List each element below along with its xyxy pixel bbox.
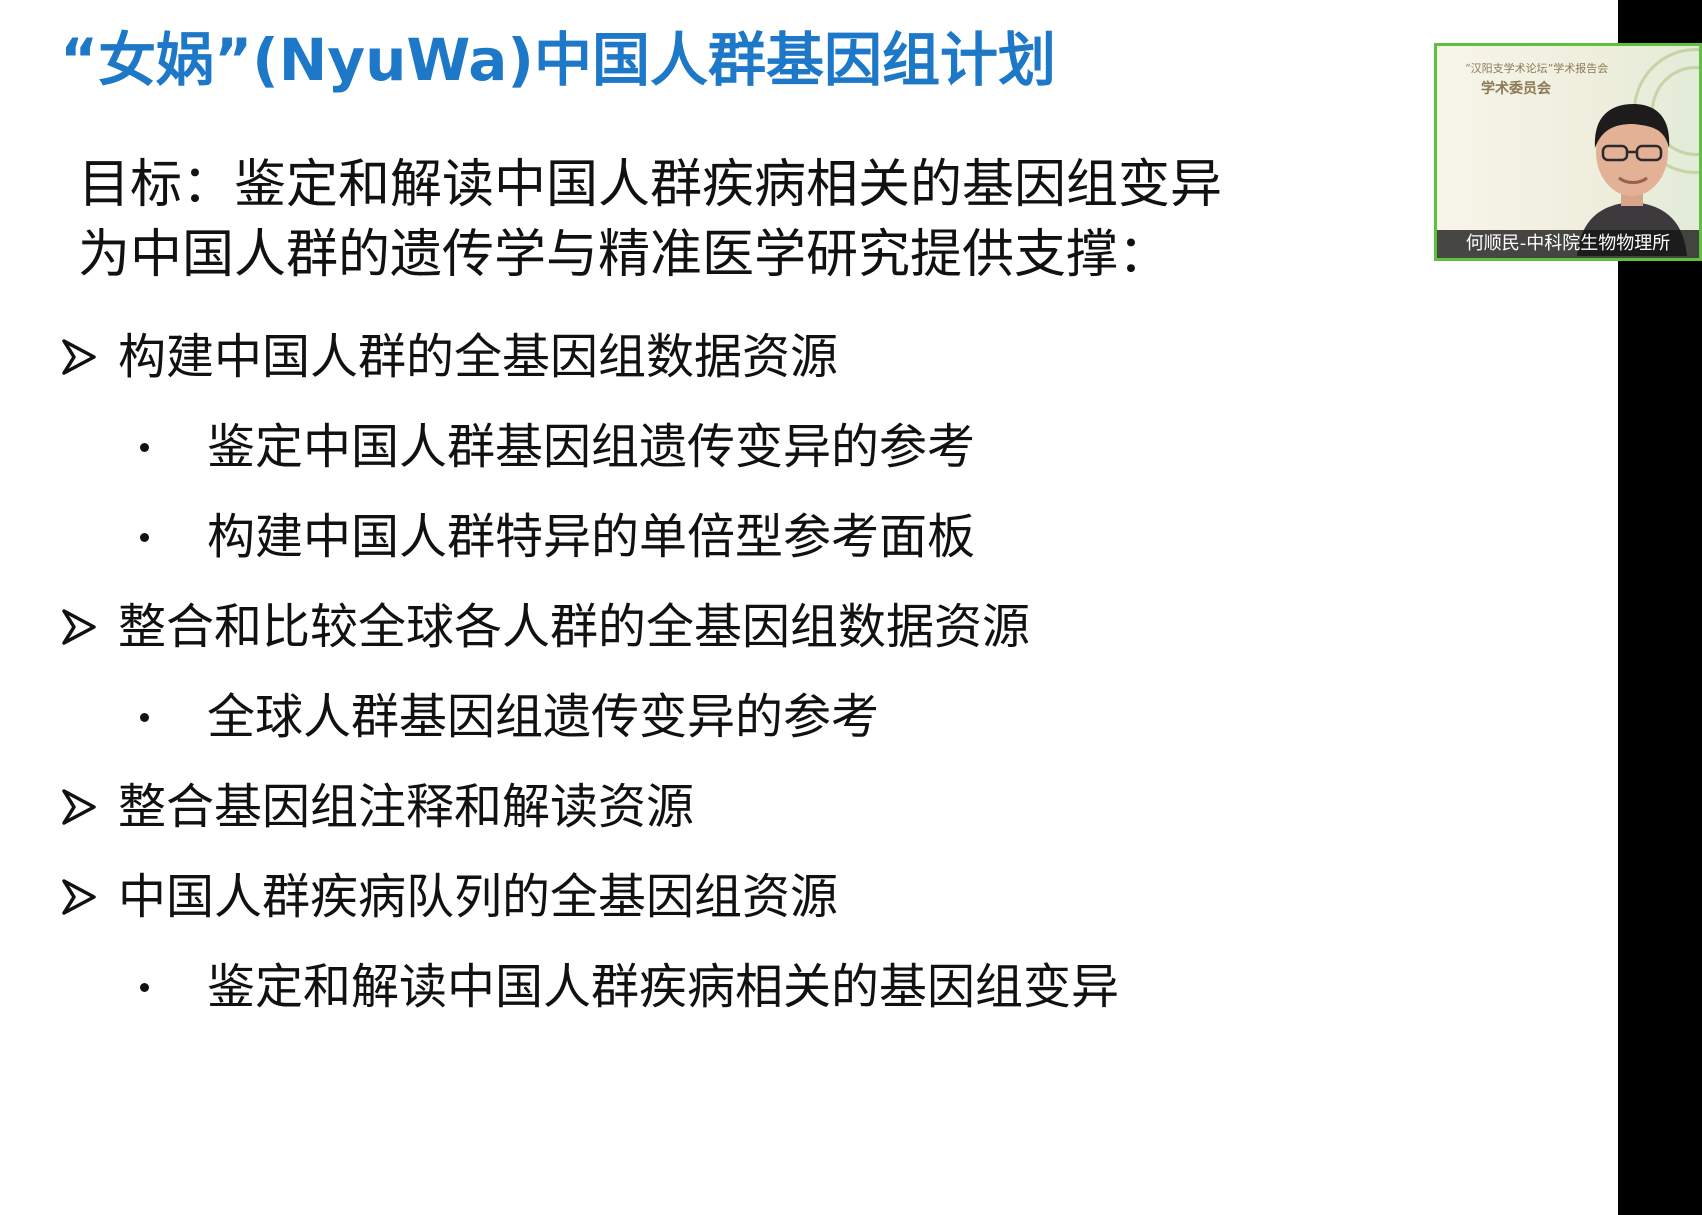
bullet-item: 构建中国人群的全基因组数据资源 (62, 322, 838, 392)
bullet-item: 整合和比较全球各人群的全基因组数据资源 (62, 592, 1030, 662)
sub-bullet-text: 鉴定中国人群基因组遗传变异的参考 (207, 419, 976, 475)
backdrop-poster-line-1: “汉阳支学术论坛”学术报告会 (1465, 62, 1609, 75)
dot-bullet-icon (140, 442, 149, 452)
arrow-bullet-icon (62, 789, 96, 825)
bullet-text: 整合和比较全球各人群的全基因组数据资源 (118, 599, 1031, 655)
sub-bullet-text: 全球人群基因组遗传变异的参考 (207, 689, 880, 745)
presentation-slide: “女娲”(NyuWa)中国人群基因组计划 目标：鉴定和解读中国人群疾病相关的基因… (0, 0, 1618, 1215)
bullet-item: 整合基因组注释和解读资源 (62, 772, 694, 842)
sub-bullet-text: 构建中国人群特异的单倍型参考面板 (207, 509, 976, 565)
bullet-item: 中国人群疾病队列的全基因组资源 (62, 862, 838, 932)
slide-title: “女娲”(NyuWa)中国人群基因组计划 (60, 26, 1056, 94)
sub-bullet-item: 构建中国人群特异的单倍型参考面板 (140, 502, 975, 572)
sub-bullet-item: 全球人群基因组遗传变异的参考 (140, 682, 879, 752)
goal-line-2: 为中国人群的遗传学与精准医学研究提供支撑： (78, 225, 1171, 285)
sub-bullet-item: 鉴定中国人群基因组遗传变异的参考 (140, 412, 975, 482)
goal-statement: 目标：鉴定和解读中国人群疾病相关的基因组变异 为中国人群的遗传学与精准医学研究提… (78, 150, 1578, 290)
backdrop-poster-line-2: 学术委员会 (1481, 81, 1551, 97)
goal-line-1: 目标：鉴定和解读中国人群疾病相关的基因组变异 (78, 155, 1223, 215)
arrow-bullet-icon (62, 339, 96, 375)
dot-bullet-icon (140, 982, 149, 992)
arrow-bullet-icon (62, 609, 96, 645)
bullet-text: 构建中国人群的全基因组数据资源 (118, 329, 839, 385)
dot-bullet-icon (140, 532, 149, 542)
speaker-video-tile[interactable]: “汉阳支学术论坛”学术报告会 学术委员会 何顺民-中科院生物物理所 (1434, 43, 1702, 261)
sub-bullet-item: 鉴定和解读中国人群疾病相关的基因组变异 (140, 952, 1119, 1022)
bullet-text: 整合基因组注释和解读资源 (118, 779, 695, 835)
speaker-name-label: 何顺民-中科院生物物理所 (1437, 230, 1699, 258)
dot-bullet-icon (140, 712, 149, 722)
arrow-bullet-icon (62, 879, 96, 915)
sub-bullet-text: 鉴定和解读中国人群疾病相关的基因组变异 (207, 959, 1120, 1015)
bullet-text: 中国人群疾病队列的全基因组资源 (118, 869, 839, 925)
